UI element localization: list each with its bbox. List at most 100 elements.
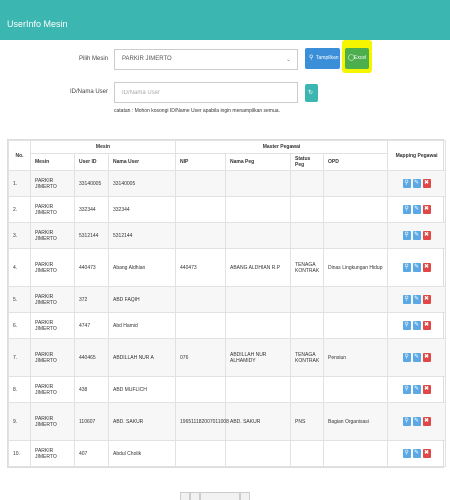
cell-nama-user: 33140005 (107, 170, 177, 197)
table-row: 5. PARKIR JIMERTO 372 ABD FAQIH ⚲ ✎ ✖ (8, 286, 447, 313)
cell-nama-peg (225, 312, 292, 339)
edit-icon[interactable]: ✎ (412, 385, 421, 394)
cell-nip (175, 312, 227, 339)
cell-status (290, 170, 325, 197)
cell-user-id: 372 (74, 286, 109, 313)
search-icon[interactable]: ⚲ (402, 263, 411, 272)
delete-icon[interactable]: ✖ (422, 231, 431, 240)
cell-nip (175, 196, 227, 223)
cell-nip: 440473 (175, 248, 227, 287)
search-icon[interactable]: ⚲ (402, 321, 411, 330)
col-nip: NIP (175, 153, 227, 171)
cell-status (290, 440, 325, 467)
cell-opd (323, 376, 389, 403)
search-icon: ⚲ (309, 55, 314, 61)
cell-nama-user: 5312144 (107, 222, 177, 249)
col-opd: OPD (323, 153, 389, 171)
refresh-button[interactable]: ↻ (305, 84, 318, 102)
page-header: UserInfo Mesin (0, 0, 450, 40)
table-row: 2. PARKIR JIMERTO 332344 332344 ⚲ ✎ ✖ (8, 196, 447, 223)
search-icon[interactable]: ⚲ (402, 417, 411, 426)
cell-opd (323, 196, 389, 223)
cell-user-id: 110607 (74, 402, 109, 441)
search-icon[interactable]: ⚲ (402, 385, 411, 394)
cell-opd (323, 286, 389, 313)
cell-user-id: 33140005 (74, 170, 109, 197)
cell-user-id: 4747 (74, 312, 109, 339)
delete-icon[interactable]: ✖ (422, 179, 431, 188)
cell-status (290, 376, 325, 403)
cell-nip (175, 170, 227, 197)
cell-actions: ⚲ ✎ ✖ (387, 402, 447, 441)
delete-icon[interactable]: ✖ (422, 205, 431, 214)
edit-icon[interactable]: ✎ (412, 417, 421, 426)
delete-icon[interactable]: ✖ (422, 295, 431, 304)
cell-opd (323, 312, 389, 339)
delete-icon[interactable]: ✖ (422, 263, 431, 272)
cell-actions: ⚲ ✎ ✖ (387, 338, 447, 377)
cell-status: TENAGA KONTRAK (290, 248, 325, 287)
cell-nama-user: ABDILLAH NUR A (107, 338, 177, 377)
page-button[interactable] (180, 492, 190, 500)
search-icon[interactable]: ⚲ (402, 179, 411, 188)
edit-icon[interactable]: ✎ (412, 205, 421, 214)
edit-icon[interactable]: ✎ (412, 295, 421, 304)
col-group-mapping: Mapping Pegawai (387, 140, 447, 171)
delete-icon[interactable]: ✖ (422, 353, 431, 362)
cell-mesin: PARKIR JIMERTO (30, 376, 75, 403)
excel-button[interactable]: ◯ Excel (345, 48, 369, 69)
cell-mesin: PARKIR JIMERTO (30, 170, 75, 197)
cell-status (290, 312, 325, 339)
search-icon[interactable]: ⚲ (402, 353, 411, 362)
cell-opd: Pensiun (323, 338, 389, 377)
cell-nip (175, 222, 227, 249)
cell-nip (175, 440, 227, 467)
user-label: ID/Nama User (69, 89, 108, 95)
tampilkan-button[interactable]: ⚲ Tampilkan (305, 48, 340, 69)
edit-icon[interactable]: ✎ (412, 231, 421, 240)
cell-mesin: PARKIR JIMERTO (30, 338, 75, 377)
page-button[interactable] (190, 492, 200, 500)
cell-status (290, 196, 325, 223)
edit-icon[interactable]: ✎ (412, 449, 421, 458)
cell-no: 10. (8, 440, 31, 467)
cell-nip: 076 (175, 338, 227, 377)
cell-actions: ⚲ ✎ ✖ (387, 440, 447, 467)
table-row: 6. PARKIR JIMERTO 4747 Abd Hamid ⚲ ✎ ✖ (8, 312, 447, 339)
cell-user-id: 407 (74, 440, 109, 467)
table-row: 3. PARKIR JIMERTO 5312144 5312144 ⚲ ✎ ✖ (8, 222, 447, 249)
page-title: UserInfo Mesin (7, 19, 68, 29)
search-icon[interactable]: ⚲ (402, 295, 411, 304)
cell-actions: ⚲ ✎ ✖ (387, 248, 447, 287)
cell-nip (175, 376, 227, 403)
edit-icon[interactable]: ✎ (412, 353, 421, 362)
mesin-select[interactable]: PARKIR JIMERTO ⌄ (114, 49, 298, 70)
search-icon[interactable]: ⚲ (402, 205, 411, 214)
delete-icon[interactable]: ✖ (422, 449, 431, 458)
delete-icon[interactable]: ✖ (422, 417, 431, 426)
cell-user-id: 5312144 (74, 222, 109, 249)
cell-user-id: 440473 (74, 248, 109, 287)
user-input[interactable] (115, 83, 297, 102)
excel-label: Excel (354, 55, 367, 61)
search-icon[interactable]: ⚲ (402, 449, 411, 458)
cell-no: 7. (8, 338, 31, 377)
table-row: 7. PARKIR JIMERTO 440465 ABDILLAH NUR A 076 A… (8, 338, 447, 377)
edit-icon[interactable]: ✎ (412, 321, 421, 330)
cell-nama-user: ABD MUFLICH (107, 376, 177, 403)
delete-icon[interactable]: ✖ (422, 321, 431, 330)
table-row: 1. PARKIR JIMERTO 33140005 33140005 ⚲ ✎ ✖ (8, 170, 447, 197)
edit-icon[interactable]: ✎ (412, 263, 421, 272)
edit-icon[interactable]: ✎ (412, 179, 421, 188)
user-table: No. Mesin Master Pegawai Mapping Pegawai… (7, 139, 447, 468)
col-nama-peg: Nama Peg (225, 153, 292, 171)
cell-nama-user: Abd Hamid (107, 312, 177, 339)
cell-actions: ⚲ ✎ ✖ (387, 170, 447, 197)
page-button[interactable] (240, 492, 250, 500)
search-icon[interactable]: ⚲ (402, 231, 411, 240)
cell-nip (175, 286, 227, 313)
cell-nama-user: ABD. SAKUR (107, 402, 177, 441)
delete-icon[interactable]: ✖ (422, 385, 431, 394)
page-button[interactable] (200, 492, 240, 500)
cell-mesin: PARKIR JIMERTO (30, 440, 75, 467)
